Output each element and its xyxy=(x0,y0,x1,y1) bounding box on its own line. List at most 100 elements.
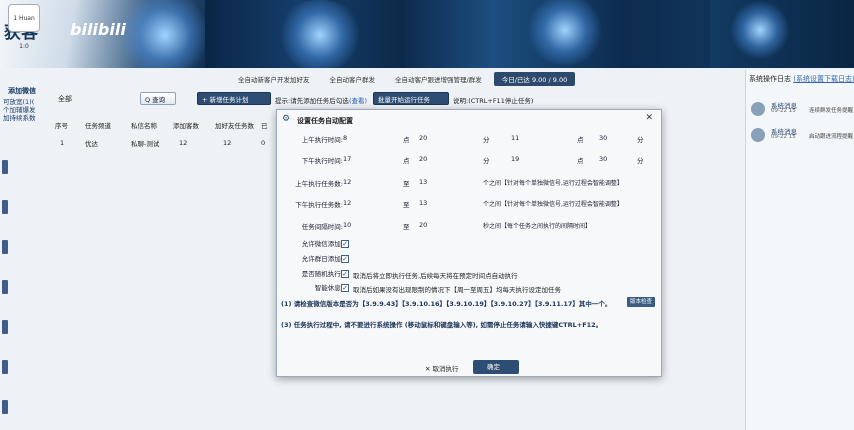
side-tool-icon[interactable] xyxy=(2,320,8,334)
am-tasks-min-field[interactable]: 12 xyxy=(343,178,351,186)
log-message[interactable]: 系统消息 09-22 15 连续群发任务提醒 xyxy=(749,100,853,120)
hour-unit: 点 xyxy=(403,157,410,165)
confirm-button[interactable]: 确定 xyxy=(473,360,519,374)
table-cell: 1 xyxy=(60,139,65,147)
banner-glow xyxy=(275,0,365,68)
settings-icon: ⚙ xyxy=(282,114,291,124)
tab-today-status[interactable]: 今日/已达 9.00 / 9.00 xyxy=(493,72,576,86)
toolbar-hint: 说明:(CTRL+F11停止任务) xyxy=(453,97,534,105)
table-header: 序号 任务频道 私信名称 添加客数 加好友任务数 已 xyxy=(55,116,277,134)
pm-tasks-min-field[interactable]: 12 xyxy=(343,199,351,207)
tab-follow-up[interactable]: 全自动客户跟进增强管理/群发 xyxy=(387,72,490,86)
table-cell: 私聊-测试 xyxy=(131,140,160,148)
operation-warning: (3) 任务执行过程中, 请不要进行系统操作 (移动鼠标和键盘输入等), 如需停… xyxy=(281,321,603,329)
toolbar-tip: 提示:请先添加任务后勾选 xyxy=(275,97,349,105)
log-settings-link[interactable]: (系统设置下载日志) xyxy=(793,75,854,83)
filter-all[interactable]: 全部 xyxy=(58,94,72,104)
banner-glow xyxy=(525,0,605,65)
pm-tasks-note: 个之间【针对每个单独微信号,运行过程会智能调整】 xyxy=(483,201,623,208)
smart-rest-desc: 取消后如果没有出现限制的情况下【周一至周五】均每天执行设定加任务 xyxy=(353,286,561,294)
am-end-minute-field[interactable]: 30 xyxy=(599,134,607,142)
table-cell: 优达 xyxy=(85,140,98,148)
am-time-label: 上午执行时间: xyxy=(301,136,343,144)
banner-panel xyxy=(405,0,495,68)
side-tool-icon[interactable] xyxy=(2,400,8,414)
allow-wechat-checkbox[interactable]: ✓ xyxy=(341,240,349,248)
minute-unit: 分 xyxy=(483,136,490,144)
cancel-button[interactable]: ✕ 取消执行 xyxy=(425,363,459,373)
pm-end-hour-field[interactable]: 19 xyxy=(511,155,519,163)
batch-start-button[interactable]: 批量开始运行任务 xyxy=(373,92,449,105)
column-header: 加好友任务数 xyxy=(215,122,254,130)
am-time-row: 上午执行时间: 8 点 20 分 11 点 30 分 xyxy=(277,134,663,146)
minute-unit: 分 xyxy=(637,136,644,144)
sidebar-line: 加持续系数 xyxy=(3,114,36,122)
hour-unit: 点 xyxy=(577,136,584,144)
table-cell: 12 xyxy=(223,139,232,147)
pm-tasks-row: 下午执行任务数: 12 至 13 个之间【针对每个单独微信号,运行过程会智能调整… xyxy=(277,199,663,211)
close-icon[interactable]: ✕ xyxy=(645,113,653,123)
add-wechat-button[interactable]: 添加微信 xyxy=(8,86,36,96)
pm-time-row: 下午执行时间: 17 点 20 分 19 点 30 分 xyxy=(277,155,663,167)
banner-panel xyxy=(710,0,854,68)
smart-rest-checkbox[interactable]: ✓ xyxy=(341,284,349,292)
tab-mass-send[interactable]: 全自动客户群发 xyxy=(322,72,384,86)
table-row[interactable]: 1 优达 私聊-测试 12 12 0 xyxy=(55,134,277,152)
random-exec-label: 是否随机执行: xyxy=(301,270,343,278)
pm-end-minute-field[interactable]: 30 xyxy=(599,155,607,163)
version-check-button[interactable]: 版本检查 xyxy=(627,297,656,307)
am-tasks-note: 个之间【针对每个单独微信号,运行过程会智能调整】 xyxy=(483,180,623,187)
tip-link[interactable]: (查看) xyxy=(349,95,367,105)
side-tool-icon[interactable] xyxy=(2,280,8,294)
side-tool-icon[interactable] xyxy=(2,200,8,214)
message-date: 09-22 15 xyxy=(771,108,796,114)
pm-time-label: 下午执行时间: xyxy=(301,157,343,165)
am-tasks-max-field[interactable]: 13 xyxy=(419,178,427,186)
allow-wechat-row: 允许微信添加: ✓ xyxy=(277,238,663,250)
banner-glow xyxy=(730,0,790,60)
hour-unit: 点 xyxy=(403,136,410,144)
interval-label: 任务间隔时间: xyxy=(301,223,343,231)
smart-rest-label: 智能休息: xyxy=(314,284,343,292)
am-end-hour-field[interactable]: 11 xyxy=(511,134,519,142)
side-tool-icon[interactable] xyxy=(2,360,8,374)
table-cell: 0 xyxy=(261,139,266,147)
range-to: 至 xyxy=(403,201,410,209)
pm-tasks-max-field[interactable]: 13 xyxy=(419,199,427,207)
toolbar: 全部 Q 查询 + 新增任务计划 提示:请先添加任务后勾选 (查看) 批量开始运… xyxy=(55,90,740,108)
interval-note: 秒之间【每个任务之间执行的间隔时间】 xyxy=(483,223,592,230)
allow-wechat-label: 允许微信添加: xyxy=(301,240,343,248)
am-start-minute-field[interactable]: 20 xyxy=(419,134,427,142)
log-message[interactable]: 系统消息 09-22 15 启动跟进流程提醒 xyxy=(749,126,854,146)
allow-group-checkbox[interactable]: ✓ xyxy=(341,255,349,263)
pm-start-hour-field[interactable]: 17 xyxy=(343,155,351,163)
am-tasks-label: 上午执行任务数: xyxy=(295,180,343,188)
column-header: 已 xyxy=(261,122,268,130)
interval-max-field[interactable]: 20 xyxy=(419,221,427,229)
message-preview: 启动跟进流程提醒 xyxy=(809,134,854,140)
message-icon xyxy=(751,102,765,116)
side-tool-icon[interactable] xyxy=(2,160,8,174)
side-tool-icon[interactable] xyxy=(2,240,8,254)
pm-start-minute-field[interactable]: 20 xyxy=(419,155,427,163)
banner-panel xyxy=(495,0,710,68)
avatar[interactable]: 1 Huan 1:0 xyxy=(8,4,40,50)
banner-panel xyxy=(205,0,405,68)
column-header: 添加客数 xyxy=(173,122,199,130)
minute-unit: 分 xyxy=(637,157,644,165)
column-header: 任务频道 xyxy=(85,122,111,130)
interval-row: 任务间隔时间: 10 至 20 秒之间【每个任务之间执行的间隔时间】 xyxy=(277,221,663,233)
interval-min-field[interactable]: 10 xyxy=(343,221,351,229)
left-sidebar: 1 Huan 1:0 添加微信 可放宽(1)( 个加辅爆发 加持续系数 xyxy=(0,0,50,430)
search-button[interactable]: Q 查询 xyxy=(140,92,176,105)
tab-new-customer[interactable]: 全自动新客户开发加好友 xyxy=(230,72,318,86)
am-start-hour-field[interactable]: 8 xyxy=(343,134,347,142)
column-header: 序号 xyxy=(55,122,68,130)
log-title: 系统操作日志 xyxy=(749,75,791,83)
task-config-dialog: ⚙ 设置任务自动配置 ✕ 上午执行时间: 8 点 20 分 11 点 30 分 … xyxy=(276,109,662,377)
random-exec-checkbox[interactable]: ✓ xyxy=(341,270,349,278)
add-task-button[interactable]: + 新增任务计划 xyxy=(197,92,271,105)
system-log-panel: 系统操作日志 (系统设置下载日志) 系统消息 09-22 15 连续群发任务提醒… xyxy=(745,70,854,430)
allow-group-label: 允许群日添加: xyxy=(301,255,343,263)
bilibili-logo: bilibili xyxy=(70,20,126,39)
